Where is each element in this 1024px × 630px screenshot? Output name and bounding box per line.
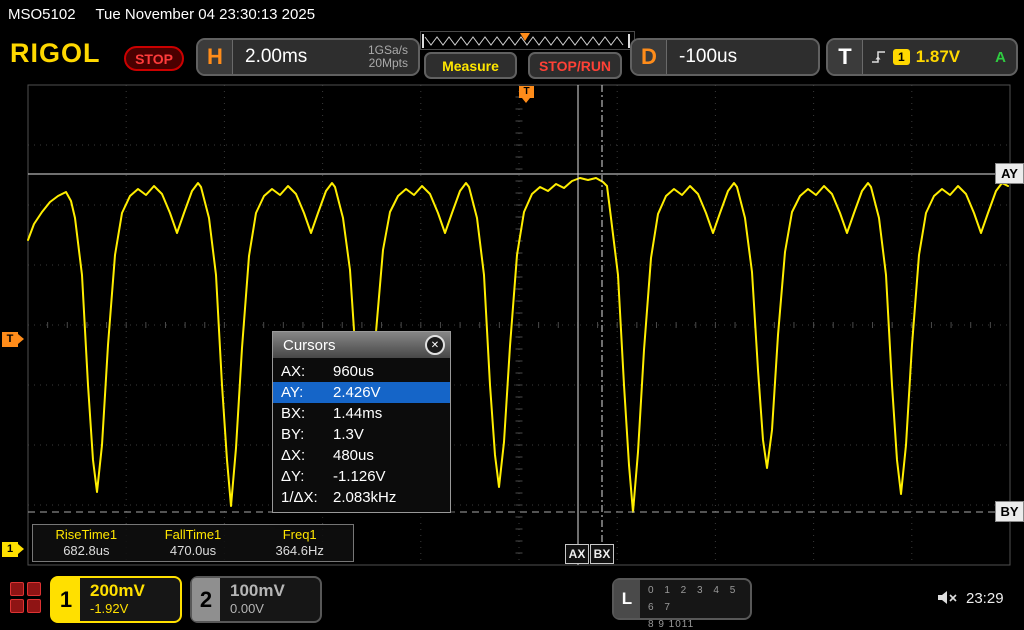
measurement-name: FallTime1 xyxy=(140,527,247,543)
cursor-row-label: BY: xyxy=(281,426,333,443)
la-channels-row2: 8 9 1011 12131415 xyxy=(648,616,750,630)
cursor-row-value: 1.44ms xyxy=(333,405,382,422)
channel2-values: 100mV 0.00V xyxy=(220,578,320,621)
cursor-ax-label[interactable]: AX xyxy=(565,544,589,564)
measurement-item[interactable]: RiseTime1682.8us xyxy=(33,527,140,559)
cursors-dialog-titlebar[interactable]: Cursors ✕ xyxy=(273,332,450,358)
cursor-row-bx[interactable]: BX:1.44ms xyxy=(273,403,450,424)
cursor-row-value: 2.426V xyxy=(333,384,381,401)
measurement-name: Freq1 xyxy=(246,527,353,543)
measurement-item[interactable]: Freq1364.6Hz xyxy=(246,527,353,559)
channel2-offset: 0.00V xyxy=(230,601,320,616)
cursor-row-label: BX: xyxy=(281,405,333,422)
measurement-name: RiseTime1 xyxy=(33,527,140,543)
trigger-position-marker[interactable]: T xyxy=(519,86,534,98)
la-label: L xyxy=(614,580,640,618)
clock: 23:29 xyxy=(966,590,1004,607)
cursor-row-δy[interactable]: ΔY:-1.126V xyxy=(273,466,450,487)
close-icon[interactable]: ✕ xyxy=(425,335,445,355)
cursor-row-δx[interactable]: ΔX:480us xyxy=(273,445,450,466)
cursor-row-label: AX: xyxy=(281,363,333,380)
cursors-dialog-title: Cursors xyxy=(283,337,336,354)
cursors-dialog: Cursors ✕ AX:960usAY:2.426VBX:1.44msBY:1… xyxy=(272,331,451,513)
trigger-level-marker[interactable]: T xyxy=(2,332,18,347)
measurement-value: 364.6Hz xyxy=(246,543,353,559)
logic-analyzer-block[interactable]: L 0 1 2 3 4 5 6 7 8 9 1011 12131415 xyxy=(612,578,752,620)
channel2-scale: 100mV xyxy=(230,581,320,601)
oscilloscope-screen: MSO5102 Tue November 04 23:30:13 2025 RI… xyxy=(0,0,1024,630)
cursor-row-label: AY: xyxy=(281,384,333,401)
cursor-row-label: 1/ΔX: xyxy=(281,489,333,506)
measurement-value: 682.8us xyxy=(33,543,140,559)
la-channel-list: 0 1 2 3 4 5 6 7 8 9 1011 12131415 xyxy=(640,580,750,618)
channel1-offset: -1.92V xyxy=(90,601,180,616)
cursor-row-value: 960us xyxy=(333,363,374,380)
channel1-ground-marker[interactable]: 1 xyxy=(2,542,18,557)
channel1-number: 1 xyxy=(52,578,80,621)
channel1-scale: 200mV xyxy=(90,581,180,601)
cursor-ay-label[interactable]: AY xyxy=(995,163,1024,184)
channel2-number: 2 xyxy=(192,578,220,621)
cursor-row-ay[interactable]: AY:2.426V xyxy=(273,382,450,403)
measurement-panel: RiseTime1682.8usFallTime1470.0usFreq1364… xyxy=(32,524,354,562)
cursor-row-value: 1.3V xyxy=(333,426,364,443)
main-menu-icon[interactable] xyxy=(10,582,42,614)
menu-square xyxy=(27,582,41,596)
la-channels-row1: 0 1 2 3 4 5 6 7 xyxy=(648,582,750,616)
cursor-by-label[interactable]: BY xyxy=(995,501,1024,522)
cursor-row-value: 480us xyxy=(333,447,374,464)
menu-square xyxy=(27,599,41,613)
cursor-row-value: 2.083kHz xyxy=(333,489,396,506)
cursor-row-1δx[interactable]: 1/ΔX:2.083kHz xyxy=(273,487,450,508)
cursors-dialog-body: AX:960usAY:2.426VBX:1.44msBY:1.3VΔX:480u… xyxy=(273,358,450,512)
speaker-muted-icon[interactable] xyxy=(936,589,960,612)
cursor-row-value: -1.126V xyxy=(333,468,386,485)
channel1-values: 200mV -1.92V xyxy=(80,578,180,621)
cursor-row-by[interactable]: BY:1.3V xyxy=(273,424,450,445)
cursor-row-label: ΔX: xyxy=(281,447,333,464)
channel1-trace xyxy=(28,178,1008,512)
menu-square xyxy=(10,599,24,613)
measurement-value: 470.0us xyxy=(140,543,247,559)
channel2-block[interactable]: 2 100mV 0.00V xyxy=(190,576,322,623)
cursor-row-label: ΔY: xyxy=(281,468,333,485)
cursor-row-ax[interactable]: AX:960us xyxy=(273,361,450,382)
channel1-block[interactable]: 1 200mV -1.92V xyxy=(50,576,182,623)
cursor-bx-label[interactable]: BX xyxy=(590,544,614,564)
measurement-item[interactable]: FallTime1470.0us xyxy=(140,527,247,559)
menu-square xyxy=(10,582,24,596)
